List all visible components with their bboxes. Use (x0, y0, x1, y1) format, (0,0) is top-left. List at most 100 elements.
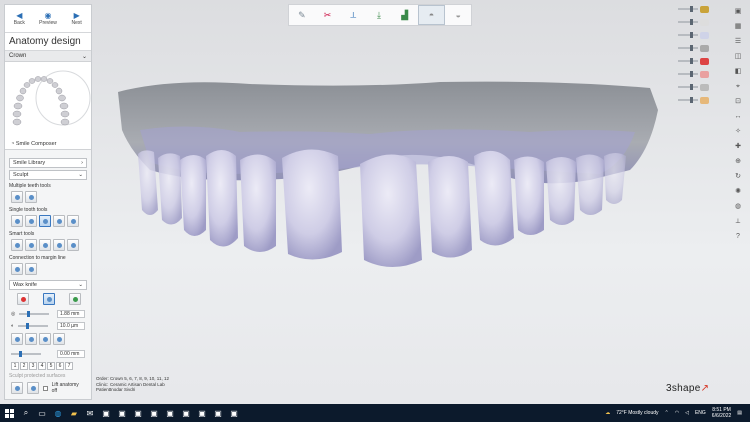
export-tool-button[interactable]: ⤓ (366, 5, 392, 25)
grid-icon[interactable]: ▦ (735, 23, 742, 31)
section-icon[interactable]: ◧ (735, 68, 742, 76)
crown-section-header[interactable]: Crown ⌄ (5, 51, 91, 62)
edge-browser-icon[interactable]: ◍ (50, 404, 66, 422)
margin-smooth-button[interactable] (25, 263, 37, 275)
visibility-slider[interactable] (678, 71, 698, 77)
wax-option-1-button[interactable] (11, 333, 23, 345)
search-icon[interactable]: ⌕ (18, 404, 34, 422)
app-icon[interactable]: ▣ (130, 404, 146, 422)
ruler-icon[interactable]: ⟂ (736, 218, 741, 226)
smart-align-button[interactable] (53, 239, 65, 251)
back-button[interactable]: ◀ Back (5, 5, 34, 32)
task-view-icon[interactable]: ▭ (34, 404, 50, 422)
number-button[interactable]: 3 (29, 362, 37, 370)
move-tooth-button[interactable] (11, 215, 23, 227)
add-material-button[interactable] (17, 293, 29, 305)
clip-icon[interactable]: ⌖ (736, 83, 740, 91)
model-tool-button[interactable]: ▟ (392, 5, 418, 25)
visibility-slider[interactable] (678, 45, 698, 51)
wax-knife-dropdown[interactable]: Wax knife ⌄ (9, 280, 87, 290)
visibility-slider[interactable] (678, 6, 698, 12)
weather-icon[interactable]: ☁ (605, 410, 610, 416)
clock[interactable]: 8:51 PM 6/6/2022 (712, 407, 731, 419)
smile-library-dropdown[interactable]: Smile Library › (9, 158, 87, 168)
transform-tool-button[interactable] (11, 191, 23, 203)
palette-icon[interactable]: ◍ (735, 203, 741, 211)
weather-text[interactable]: 72°F Mostly cloudy (616, 410, 658, 416)
distance-icon[interactable]: ↔ (735, 113, 742, 121)
smart-contact-button[interactable] (11, 239, 23, 251)
layer-icon[interactable] (700, 18, 709, 26)
offset-slider[interactable] (11, 351, 41, 357)
visibility-slider[interactable] (678, 32, 698, 38)
volume-icon[interactable]: ◁ (685, 410, 689, 416)
layer-icon[interactable] (700, 96, 709, 104)
dental-3d-model[interactable] (110, 70, 670, 300)
app-icon[interactable]: ▣ (226, 404, 242, 422)
app-icon[interactable]: ▣ (210, 404, 226, 422)
scale-tooth-button[interactable] (53, 215, 65, 227)
number-button[interactable]: 6 (56, 362, 64, 370)
number-button[interactable]: 2 (20, 362, 28, 370)
layer-icon[interactable] (700, 70, 709, 78)
measure-tool-button[interactable]: ⟂ (340, 5, 366, 25)
smart-pontic-button[interactable] (67, 239, 79, 251)
camera-icon[interactable]: ▣ (735, 8, 742, 16)
network-icon[interactable]: ◠ (675, 410, 679, 416)
next-button[interactable]: ▶ Next (62, 5, 91, 32)
zoom-icon[interactable]: ⊕ (735, 158, 741, 166)
smart-adapt-button[interactable] (39, 239, 51, 251)
crown-tooth-chart[interactable] (5, 62, 91, 138)
visibility-slider[interactable] (678, 84, 698, 90)
number-button[interactable]: 4 (38, 362, 46, 370)
app-icon[interactable]: ▣ (146, 404, 162, 422)
notification-icon[interactable]: ▤ (737, 410, 742, 416)
rotate-tooth-button[interactable] (25, 215, 37, 227)
morph-tooth-button[interactable] (39, 215, 51, 227)
anatomy-tooth-button[interactable] (67, 215, 79, 227)
app-icon[interactable]: ▣ (194, 404, 210, 422)
strength-value[interactable]: 10.0 µm (57, 322, 85, 330)
radius-slider[interactable] (19, 311, 50, 317)
layer-icon[interactable] (700, 5, 709, 13)
visibility-slider[interactable] (678, 58, 698, 64)
tray-chevron-icon[interactable]: ⌃ (665, 410, 669, 416)
settings-tool-button[interactable]: ◒ (445, 5, 471, 25)
remove-material-button[interactable] (69, 293, 81, 305)
margin-connect-button[interactable] (11, 263, 23, 275)
number-button[interactable]: 7 (65, 362, 73, 370)
strength-slider[interactable] (18, 323, 49, 329)
layer-icon[interactable] (700, 44, 709, 52)
file-explorer-icon[interactable]: ▰ (66, 404, 82, 422)
layer-icon[interactable] (700, 83, 709, 91)
rotate-icon[interactable]: ↻ (735, 173, 741, 181)
number-button[interactable]: 1 (11, 362, 19, 370)
windows-start-button[interactable] (0, 404, 18, 422)
layers-icon[interactable]: ☰ (735, 38, 741, 46)
wax-option-2-button[interactable] (25, 333, 37, 345)
app-icon[interactable]: ▣ (114, 404, 130, 422)
lock-icon[interactable]: ⊡ (735, 98, 741, 106)
view-tool-button[interactable]: ◓ (417, 5, 446, 25)
visibility-slider[interactable] (678, 97, 698, 103)
help-icon[interactable]: ? (736, 233, 740, 241)
app-icon[interactable]: ▣ (98, 404, 114, 422)
number-button[interactable]: 5 (47, 362, 55, 370)
layer-icon[interactable] (700, 31, 709, 39)
app-icon[interactable]: ▣ (178, 404, 194, 422)
smile-composer-toggle[interactable]: ◔ Smile Composer (5, 138, 91, 150)
cube-icon[interactable]: ◫ (735, 53, 742, 61)
redo-button[interactable] (26, 382, 39, 394)
wax-option-4-button[interactable] (53, 333, 65, 345)
mail-icon[interactable]: ✉ (82, 404, 98, 422)
sculpt-dropdown[interactable]: Sculpt ⌄ (9, 170, 87, 180)
visibility-slider[interactable] (678, 19, 698, 25)
wax-option-3-button[interactable] (39, 333, 51, 345)
language-indicator[interactable]: ENG (695, 410, 706, 416)
brush-tool-button[interactable]: ✎ (289, 5, 315, 25)
undo-button[interactable] (11, 382, 23, 394)
layer-icon[interactable] (700, 57, 709, 65)
smooth-material-button[interactable] (43, 293, 55, 305)
compass-icon[interactable]: ✧ (735, 128, 741, 136)
app-icon[interactable]: ▣ (162, 404, 178, 422)
